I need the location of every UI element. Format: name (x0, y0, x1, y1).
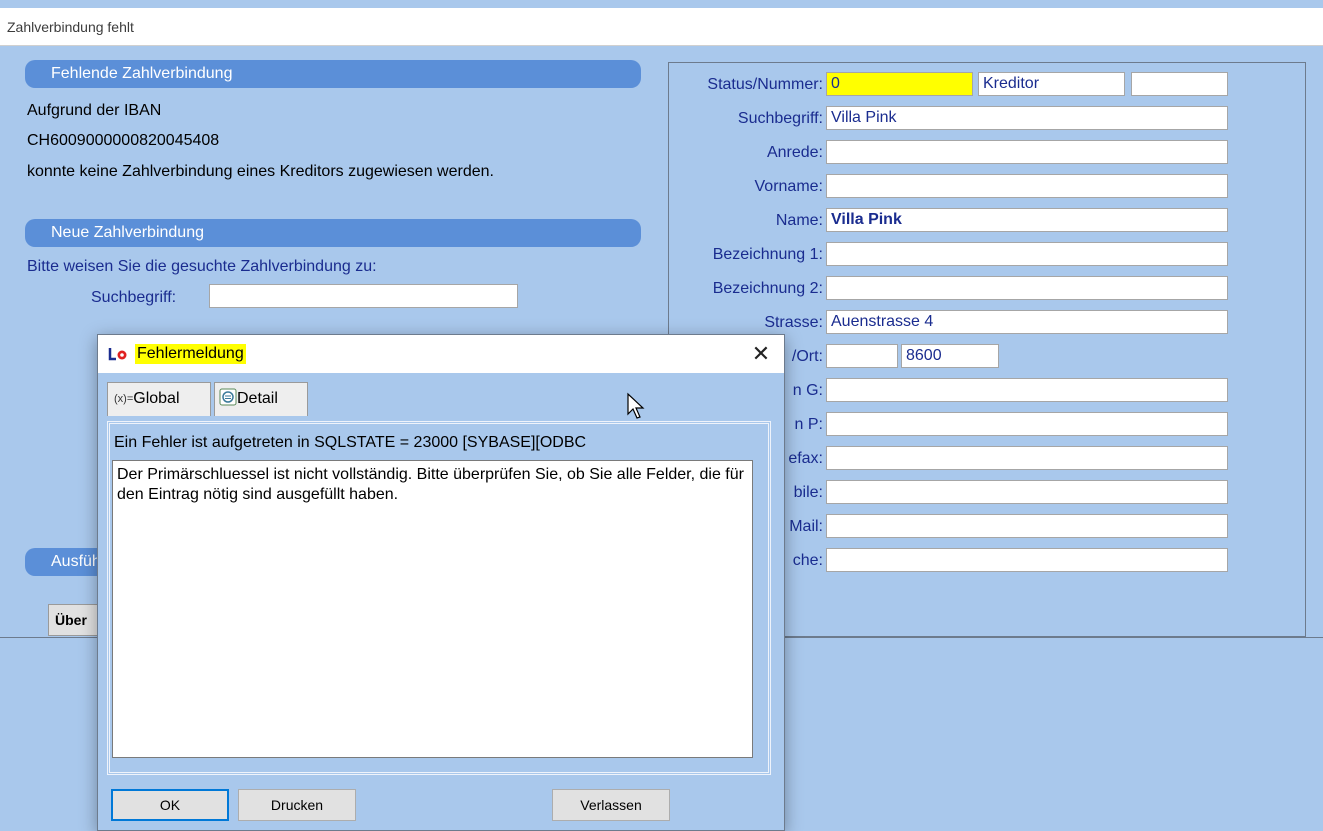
tab-detail-label: Detail (237, 390, 278, 407)
iban-text: CH6009000000820045408 (27, 132, 220, 149)
email-field[interactable] (826, 514, 1228, 538)
app-logo-icon (108, 348, 127, 361)
tab-global-label: Global (133, 390, 180, 407)
status-extra-field[interactable] (1131, 72, 1228, 96)
missing-payment-header: Fehlende Zahlverbindung (25, 60, 641, 88)
salutation-field[interactable] (826, 140, 1228, 164)
mouse-cursor-icon (627, 392, 645, 419)
search-term-field[interactable]: Villa Pink (826, 106, 1228, 130)
dialog-title: Fehlermeldung (135, 344, 246, 364)
error-dialog: Fehlermeldung ✕ (x)=Global Detail Ein Fe… (97, 334, 785, 831)
zip-field[interactable] (826, 344, 898, 368)
status-type-field[interactable]: Kreditor (978, 72, 1125, 96)
description2-field[interactable] (826, 276, 1228, 300)
tab-global[interactable]: (x)=Global (107, 382, 211, 416)
error-heading: Ein Fehler ist aufgetreten in SQLSTATE =… (114, 434, 587, 451)
dialog-titlebar: Fehlermeldung ✕ (98, 335, 784, 373)
description1-field[interactable] (826, 242, 1228, 266)
error-message-textarea[interactable]: Der Primärschluessel ist nicht vollständ… (112, 460, 753, 758)
salutation-label: Anrede: (766, 144, 823, 161)
tab-global-panel: Ein Fehler ist aufgetreten in SQLSTATE =… (107, 421, 771, 775)
description2-label: Bezeichnung 2: (712, 280, 823, 297)
firstname-label: Vorname: (754, 178, 823, 195)
street-label: Strasse: (764, 314, 823, 331)
detail-icon (219, 388, 237, 406)
print-button[interactable]: Drucken (238, 789, 356, 821)
instruction-text: Bitte weisen Sie die gesuchte Zahlverbin… (27, 258, 377, 275)
mobile-field[interactable] (826, 480, 1228, 504)
status-label: Status/Nummer: (707, 76, 823, 93)
info-line-3: konnte keine Zahlverbindung eines Kredit… (27, 163, 494, 180)
new-payment-header: Neue Zahlverbindung (25, 219, 641, 247)
name-label: Name: (775, 212, 823, 229)
firstname-field[interactable] (826, 174, 1228, 198)
search-label: Suchbegriff: (91, 289, 177, 306)
search-term-label: Suchbegriff: (737, 110, 823, 127)
variable-icon: (x)= (114, 393, 134, 405)
window-title: Zahlverbindung fehlt (0, 8, 1323, 46)
phone-business-field[interactable] (826, 378, 1228, 402)
fax-field[interactable] (826, 446, 1228, 470)
city-field[interactable]: 8600 (901, 344, 999, 368)
phone-private-field[interactable] (826, 412, 1228, 436)
street-field[interactable]: Auenstrasse 4 (826, 310, 1228, 334)
tab-detail[interactable]: Detail (214, 382, 308, 416)
language-field[interactable] (826, 548, 1228, 572)
name-field[interactable]: Villa Pink (826, 208, 1228, 232)
ok-button[interactable]: OK (111, 789, 229, 821)
close-icon[interactable]: ✕ (746, 339, 776, 369)
status-number-field[interactable]: 0 (826, 72, 973, 96)
search-input[interactable] (209, 284, 518, 308)
leave-button[interactable]: Verlassen (552, 789, 670, 821)
info-line-1: Aufgrund der IBAN (27, 102, 162, 119)
description1-label: Bezeichnung 1: (712, 246, 823, 263)
